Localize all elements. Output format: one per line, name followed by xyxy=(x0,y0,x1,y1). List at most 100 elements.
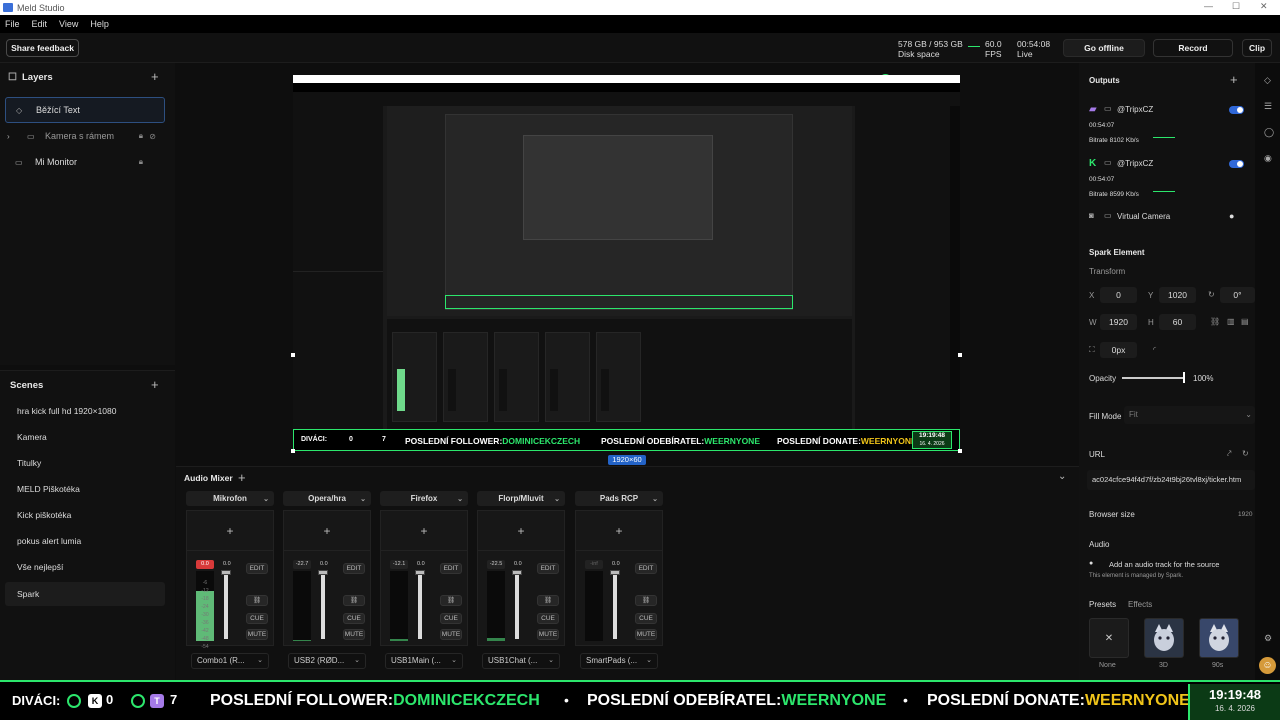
edit-button[interactable]: EDIT xyxy=(246,563,268,574)
channel-header[interactable]: Firefox ⌄ xyxy=(380,491,468,506)
chevron-right-icon[interactable]: › xyxy=(7,132,21,141)
menu-edit[interactable]: Edit xyxy=(32,19,48,29)
layer-item-mi-monitor[interactable]: ▭ Mi Monitor 🔒︎ xyxy=(5,149,165,175)
mute-button[interactable]: MUTE xyxy=(635,629,657,640)
minimize-icon[interactable]: — xyxy=(1204,1,1213,11)
channel-fader-knob[interactable] xyxy=(221,570,231,575)
resize-handle-icon[interactable] xyxy=(291,449,295,453)
width-input[interactable]: 1920 xyxy=(1100,314,1137,330)
cue-button[interactable]: CUE xyxy=(246,613,268,624)
output-toggle[interactable] xyxy=(1229,160,1244,168)
channel-fader-knob[interactable] xyxy=(318,570,328,575)
effects-tab[interactable]: Effects xyxy=(1128,600,1152,609)
channel-fader-track[interactable] xyxy=(515,573,519,639)
crop-icon[interactable]: ⛶ xyxy=(1089,345,1095,355)
channel-fader-track[interactable] xyxy=(224,573,228,639)
link-icon[interactable]: ⛓ xyxy=(440,595,462,606)
chat-icon[interactable]: ◯ xyxy=(1264,127,1274,138)
cue-button[interactable]: CUE xyxy=(635,613,657,624)
channel-fader-track[interactable] xyxy=(418,573,422,639)
broadcast-icon[interactable]: ◉ xyxy=(1264,153,1272,164)
add-effect-icon[interactable]: + xyxy=(187,511,273,551)
virtual-camera-status-icon[interactable]: ● xyxy=(1229,211,1234,221)
channel-fader-knob[interactable] xyxy=(610,570,620,575)
scene-item-selected[interactable]: Spark xyxy=(5,582,165,606)
opacity-slider-track[interactable] xyxy=(1122,377,1184,379)
channel-source-select[interactable]: USB1Main (... ⌄ xyxy=(385,653,463,669)
lock-icon[interactable]: 🔒︎ xyxy=(139,157,143,167)
radio-icon[interactable]: ● xyxy=(1089,560,1093,567)
add-effect-icon[interactable]: + xyxy=(284,511,370,551)
gear-icon[interactable]: ⚙ xyxy=(1264,633,1272,644)
channel-header[interactable]: Pads RCP ⌄ xyxy=(575,491,663,506)
resize-handle-icon[interactable] xyxy=(958,449,962,453)
corner-radius-input[interactable]: 0px xyxy=(1100,342,1137,358)
clip-button[interactable]: Clip xyxy=(1242,39,1272,57)
edit-button[interactable]: EDIT xyxy=(635,563,657,574)
channel-source-select[interactable]: Combo1 (R... ⌄ xyxy=(191,653,269,669)
refresh-icon[interactable]: ↻ xyxy=(1242,449,1249,458)
mute-button[interactable]: MUTE xyxy=(246,629,268,640)
add-layer-icon[interactable]: + xyxy=(151,69,159,84)
layer-item-kamera-s-ramem[interactable]: › ▭ Kamera s rámem 🔒︎ ⊘ xyxy=(5,123,165,149)
maximize-icon[interactable]: ☐ xyxy=(1232,1,1240,12)
link-icon[interactable]: ⛓ xyxy=(537,595,559,606)
scene-item[interactable]: MELD Piškotéka xyxy=(5,477,165,501)
scene-item[interactable]: Kamera xyxy=(5,425,165,449)
distribute-icon[interactable]: ▤ xyxy=(1241,317,1249,326)
menu-file[interactable]: File xyxy=(5,19,20,29)
channel-fader-knob[interactable] xyxy=(415,570,425,575)
link-icon[interactable]: ⛓ xyxy=(635,595,657,606)
channel-source-select[interactable]: SmartPads (... ⌄ xyxy=(580,653,658,669)
menu-view[interactable]: View xyxy=(59,19,78,29)
channel-fader-track[interactable] xyxy=(613,573,617,639)
close-icon[interactable]: ✕ xyxy=(1260,1,1268,12)
channel-fader-track[interactable] xyxy=(321,573,325,639)
channel-header[interactable]: Mikrofon ⌄ xyxy=(186,491,274,506)
preset-90s[interactable] xyxy=(1199,618,1239,658)
height-input[interactable]: 60 xyxy=(1159,314,1196,330)
cue-button[interactable]: CUE xyxy=(343,613,365,624)
align-icon[interactable]: ▥ xyxy=(1227,317,1235,326)
cue-button[interactable]: CUE xyxy=(537,613,559,624)
resize-handle-icon[interactable] xyxy=(958,353,962,357)
edit-button[interactable]: EDIT xyxy=(440,563,462,574)
edit-button[interactable]: EDIT xyxy=(343,563,365,574)
scene-item[interactable]: Vše nejlepší xyxy=(5,555,165,579)
preset-3d[interactable] xyxy=(1144,618,1184,658)
properties-icon[interactable]: ☰ xyxy=(1264,101,1272,112)
x-input[interactable]: 0 xyxy=(1100,287,1137,303)
mute-button[interactable]: MUTE xyxy=(343,629,365,640)
menu-help[interactable]: Help xyxy=(90,19,109,29)
add-audio-icon[interactable]: + xyxy=(238,470,246,485)
layer-item-bezici-text[interactable]: ◇ Běžící Text xyxy=(5,97,165,123)
link-icon[interactable]: ⛓ xyxy=(246,595,268,606)
link-icon[interactable]: ⛓ xyxy=(1210,317,1220,326)
avatar[interactable]: ☺ xyxy=(1259,657,1276,674)
add-effect-icon[interactable]: + xyxy=(478,511,564,551)
channel-source-select[interactable]: USB1Chat (... ⌄ xyxy=(482,653,560,669)
link-icon[interactable]: ⛓ xyxy=(343,595,365,606)
fill-mode-select[interactable]: Fit ⌄ xyxy=(1124,406,1255,424)
cue-button[interactable]: CUE xyxy=(440,613,462,624)
record-button[interactable]: Record xyxy=(1153,39,1233,57)
scene-item[interactable]: Kick piškotéka xyxy=(5,503,165,527)
scene-item[interactable]: pokus alert lumia xyxy=(5,529,165,553)
channel-header[interactable]: Opera/hra ⌄ xyxy=(283,491,371,506)
url-input[interactable]: ac024cfce94f4d7f/zb24t9bj26tvl8xj/ticker… xyxy=(1087,470,1255,490)
link-icon[interactable]: ⤤ xyxy=(1227,449,1232,459)
channel-header[interactable]: Florp/Mluvit ⌄ xyxy=(477,491,565,506)
opacity-slider-knob[interactable] xyxy=(1183,372,1185,383)
y-input[interactable]: 1020 xyxy=(1159,287,1196,303)
preset-none[interactable]: ✕ xyxy=(1089,618,1129,658)
lock-icon[interactable]: 🔒︎ xyxy=(139,131,143,141)
edit-button[interactable]: EDIT xyxy=(537,563,559,574)
rotation-input[interactable]: 0° xyxy=(1220,287,1255,303)
add-output-icon[interactable]: + xyxy=(1230,72,1238,87)
diamond-icon[interactable]: ◇ xyxy=(1264,75,1271,86)
hidden-icon[interactable]: ⊘ xyxy=(149,132,156,141)
collapse-mixer-icon[interactable]: ⌄ xyxy=(1058,471,1066,482)
add-scene-icon[interactable]: + xyxy=(151,377,159,392)
mute-button[interactable]: MUTE xyxy=(537,629,559,640)
channel-source-select[interactable]: USB2 (RØD... ⌄ xyxy=(288,653,366,669)
